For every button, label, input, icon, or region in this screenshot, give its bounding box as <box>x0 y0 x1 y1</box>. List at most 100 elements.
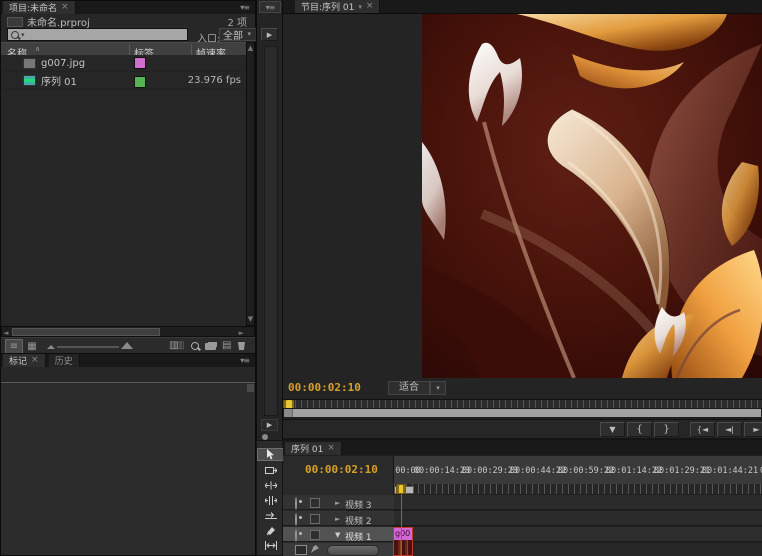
expand-panel-button-top[interactable]: ▶ <box>261 28 278 41</box>
panel-menu-icon[interactable]: ▾≡ <box>240 356 249 365</box>
track-content-video1[interactable] <box>394 527 762 542</box>
show-keyframes-icon[interactable] <box>311 545 319 553</box>
collapsed-panel-track <box>264 46 278 416</box>
program-timecode[interactable]: 00:00:02:10 <box>288 381 361 394</box>
rate-stretch-tool-icon <box>265 511 277 520</box>
close-icon[interactable]: × <box>327 444 335 453</box>
track-options-pill[interactable] <box>327 545 379 556</box>
scrollbar-cap[interactable] <box>284 409 293 417</box>
find-button[interactable] <box>191 342 199 350</box>
entry-dropdown[interactable]: 全部 <box>219 28 258 41</box>
column-divider[interactable] <box>191 44 192 55</box>
expand-panel-button-bottom[interactable]: ▶ <box>261 419 278 431</box>
zoom-in-icon[interactable] <box>121 342 133 349</box>
table-row[interactable]: 序列 01 23.976 fps <box>1 72 246 89</box>
panel-menu-icon[interactable]: ▾≡ <box>240 3 249 12</box>
mark-out-button[interactable]: } <box>654 422 679 437</box>
column-divider[interactable] <box>129 44 130 55</box>
tab-sequence[interactable]: 序列 01 × <box>285 442 342 455</box>
track-name: 视频 2 <box>345 514 372 527</box>
play-icon: ► <box>753 425 759 434</box>
close-icon[interactable]: × <box>61 3 69 12</box>
track-content-video2[interactable] <box>394 511 762 526</box>
timeline-tick-strip[interactable] <box>394 484 762 494</box>
fit-caret-button[interactable]: ▾ <box>430 381 446 395</box>
tab-history[interactable]: 历史 <box>49 354 80 367</box>
tab-project[interactable]: 项目:未命名 × <box>3 1 76 14</box>
track-lock-icon[interactable] <box>310 530 320 540</box>
track-select-tool[interactable] <box>257 464 284 477</box>
item-frame-rate: 23.976 fps <box>181 75 241 86</box>
trash-button[interactable] <box>238 342 245 350</box>
zoom-slider[interactable] <box>57 346 119 348</box>
project-vscrollbar[interactable]: ▲ ▼ <box>246 42 255 326</box>
ripple-edit-tool[interactable] <box>257 479 284 492</box>
project-tabbar: 项目:未命名 × ▾≡ <box>1 1 255 14</box>
go-to-in-button[interactable]: {◄ <box>690 422 715 437</box>
chevron-down-icon[interactable]: ▾ <box>358 3 362 11</box>
track-lock-icon[interactable] <box>310 514 320 524</box>
timeline-timecode[interactable]: 00:00:02:10 <box>305 463 378 476</box>
toggle-track-output-icon[interactable] <box>295 497 297 510</box>
tab-markers[interactable]: 标记 × <box>3 354 46 367</box>
tab-program[interactable]: 节目:序列 01 ▾ × <box>295 0 380 13</box>
project-hscrollbar[interactable]: ◄ ► <box>1 326 255 337</box>
flower-artwork <box>422 14 762 378</box>
label-swatch[interactable] <box>134 76 146 88</box>
timeline-ruler[interactable]: 00:00 00:00:14:23 00:00:29:23 00:00:44:2… <box>394 456 762 485</box>
new-item-button[interactable]: ▤ <box>222 340 231 351</box>
track-video1-keyframe-lane[interactable] <box>394 543 762 556</box>
track-header-video2: ► 视频 2 <box>283 511 394 526</box>
label-swatch[interactable] <box>134 57 146 69</box>
track-content-video3[interactable] <box>394 495 762 510</box>
track-lock-icon[interactable] <box>310 498 320 508</box>
scroll-up-icon[interactable]: ▲ <box>247 44 254 53</box>
clip-g007[interactable]: g00 <box>393 527 413 556</box>
table-row[interactable]: g007.jpg <box>1 55 246 72</box>
program-mini-ruler[interactable] <box>283 399 762 408</box>
fit-dropdown[interactable]: 适合 <box>388 381 430 395</box>
expand-track-icon[interactable]: ▼ <box>335 531 340 539</box>
hscroll-thumb[interactable] <box>12 328 160 336</box>
rate-stretch-tool[interactable] <box>257 509 284 522</box>
search-icon <box>11 31 19 39</box>
timeline-playhead-head[interactable] <box>396 484 406 494</box>
scroll-down-icon[interactable]: ▼ <box>247 315 254 324</box>
rolling-edit-tool-icon <box>265 496 277 505</box>
rolling-edit-tool[interactable] <box>257 494 284 507</box>
toggle-track-output-icon[interactable] <box>295 529 297 542</box>
search-options-caret-icon[interactable]: ▾ <box>21 31 25 39</box>
close-icon[interactable]: × <box>366 2 374 11</box>
close-icon[interactable]: × <box>31 356 39 365</box>
mark-in-button[interactable]: { <box>627 422 652 437</box>
panel-menu-icon[interactable]: ▾≡ <box>266 3 275 12</box>
tab-history-label: 历史 <box>55 354 73 367</box>
markers-scroll-nub[interactable] <box>247 384 254 392</box>
sort-asc-icon[interactable]: ∧ <box>35 45 40 53</box>
zoom-out-icon[interactable] <box>47 345 55 349</box>
collapse-track-icon[interactable]: ► <box>335 499 340 507</box>
slip-tool[interactable] <box>257 539 284 552</box>
collapse-track-icon[interactable]: ► <box>335 515 340 523</box>
add-marker-button[interactable]: ▼ <box>600 422 625 437</box>
entry-caret-icon[interactable]: ▾ <box>247 30 251 38</box>
sequence-icon <box>23 75 36 86</box>
play-button[interactable]: ► <box>744 422 762 437</box>
collapsed-panel-header[interactable]: ▾≡ <box>259 1 281 13</box>
lower-left-tabbar: 标记 × 历史 ▾≡ <box>1 354 255 367</box>
list-view-button[interactable]: ≡ <box>5 339 23 354</box>
selection-tool[interactable] <box>257 448 284 461</box>
search-box[interactable]: ▾ <box>7 28 188 41</box>
toggle-track-output-icon[interactable] <box>295 513 297 526</box>
razor-tool[interactable] <box>257 524 284 537</box>
program-playhead[interactable] <box>284 400 294 408</box>
timeline-tabbar: 序列 01 × <box>283 440 762 455</box>
set-display-style-icon[interactable] <box>295 545 307 555</box>
tab-program-label: 节目:序列 01 <box>301 0 354 13</box>
step-back-button[interactable]: ◄| <box>717 422 742 437</box>
program-hscrollbar[interactable] <box>283 408 762 418</box>
icon-view-button[interactable]: ▦ <box>25 340 39 353</box>
new-bin-button[interactable] <box>205 343 216 350</box>
search-input[interactable] <box>27 29 187 40</box>
track-header-video1: ▼ 视频 1 <box>283 527 394 542</box>
